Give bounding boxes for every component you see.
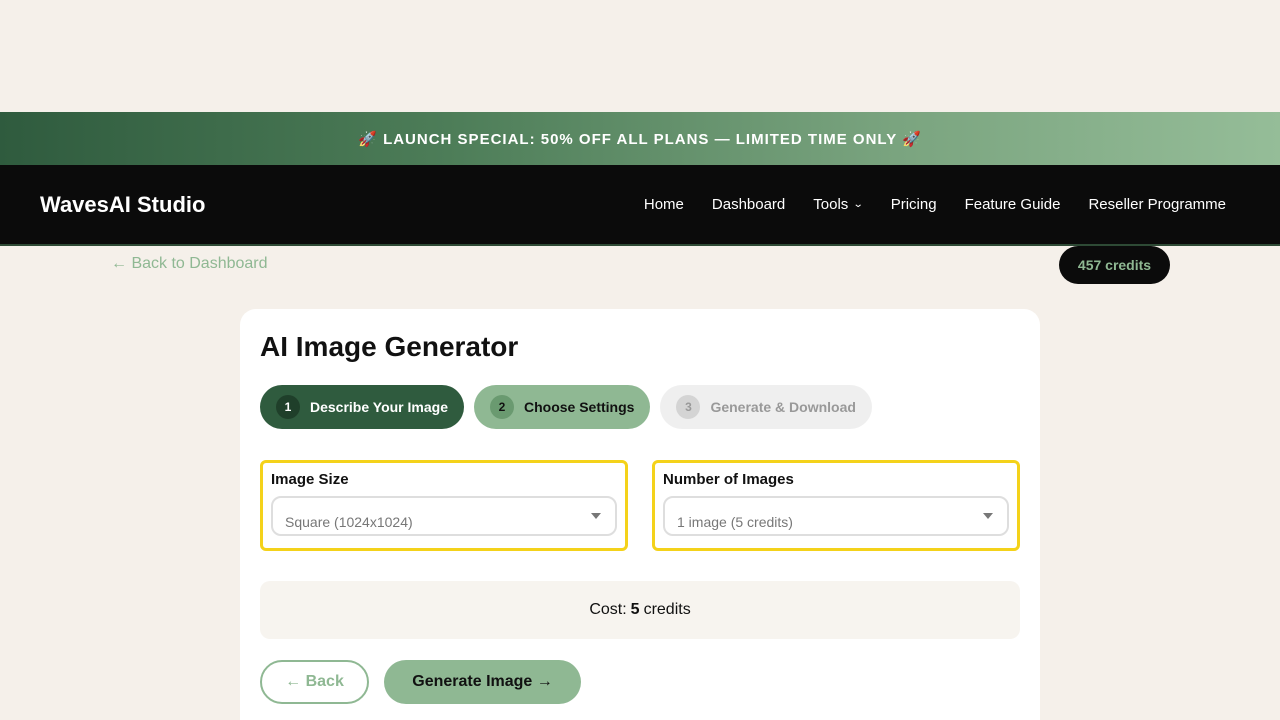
step-label: Generate & Download [710,399,856,415]
nav-links: Home Dashboard Tools ⌄ Pricing Feature Gu… [630,196,1240,213]
action-buttons: ← Back Generate Image → [260,660,1020,704]
image-size-label: Image Size [271,471,349,488]
nav-feature-guide[interactable]: Feature Guide [951,196,1075,213]
number-of-images-select[interactable]: 1 image (5 credits) [663,496,1009,536]
step-settings[interactable]: 2 Choose Settings [473,385,651,429]
generate-image-button[interactable]: Generate Image → [384,660,581,704]
image-size-value: Square (1024x1024) [285,514,413,530]
nav-tools[interactable]: Tools ⌄ [799,196,876,213]
number-of-images-label: Number of Images [663,471,794,488]
cost-suffix: credits [643,601,691,618]
step-generate: 3 Generate & Download [660,385,872,429]
image-size-field: Image Size Square (1024x1024) [260,460,628,551]
chevron-down-icon: ⌄ [853,199,864,210]
step-label: Choose Settings [523,399,635,415]
settings-fields: Image Size Square (1024x1024) Number of … [260,460,1020,551]
subbar: ← Back to Dashboard 457 credits [0,246,1280,306]
step-number: 3 [676,395,701,419]
caret-down-icon [591,513,601,519]
step-number: 2 [489,395,514,419]
step-number: 1 [276,395,300,419]
caret-down-icon [983,513,993,519]
number-of-images-field: Number of Images 1 image (5 credits) [652,460,1020,551]
back-button[interactable]: ← Back [260,660,369,704]
step-indicator: 1 Describe Your Image 2 Choose Settings … [260,385,1020,429]
back-to-dashboard-link[interactable]: ← Back to Dashboard [111,255,268,273]
page-title: AI Image Generator [260,331,519,362]
nav-home[interactable]: Home [630,196,698,213]
top-blank-area [0,0,1280,112]
cost-amount: 5 [630,601,640,618]
promo-banner: 🚀 LAUNCH SPECIAL: 50% OFF ALL PLANS — LI… [0,112,1280,165]
step-label: Describe Your Image [310,399,448,415]
top-nav: WavesAI Studio Home Dashboard Tools ⌄ Pri… [0,165,1280,246]
nav-dashboard[interactable]: Dashboard [698,196,799,213]
number-of-images-value: 1 image (5 credits) [677,514,793,530]
image-size-select[interactable]: Square (1024x1024) [271,496,617,536]
cost-prefix: Cost: [589,601,627,618]
step-describe[interactable]: 1 Describe Your Image [260,385,464,429]
nav-pricing[interactable]: Pricing [877,196,951,213]
cost-summary: Cost: 5 credits [260,581,1020,639]
credits-badge: 457 credits [1059,246,1170,284]
brand-logo[interactable]: WavesAI Studio [40,192,205,218]
promo-text: 🚀 LAUNCH SPECIAL: 50% OFF ALL PLANS — LI… [358,130,922,148]
generator-card: AI Image Generator 1 Describe Your Image… [240,309,1040,720]
nav-reseller-programme[interactable]: Reseller Programme [1074,196,1240,213]
